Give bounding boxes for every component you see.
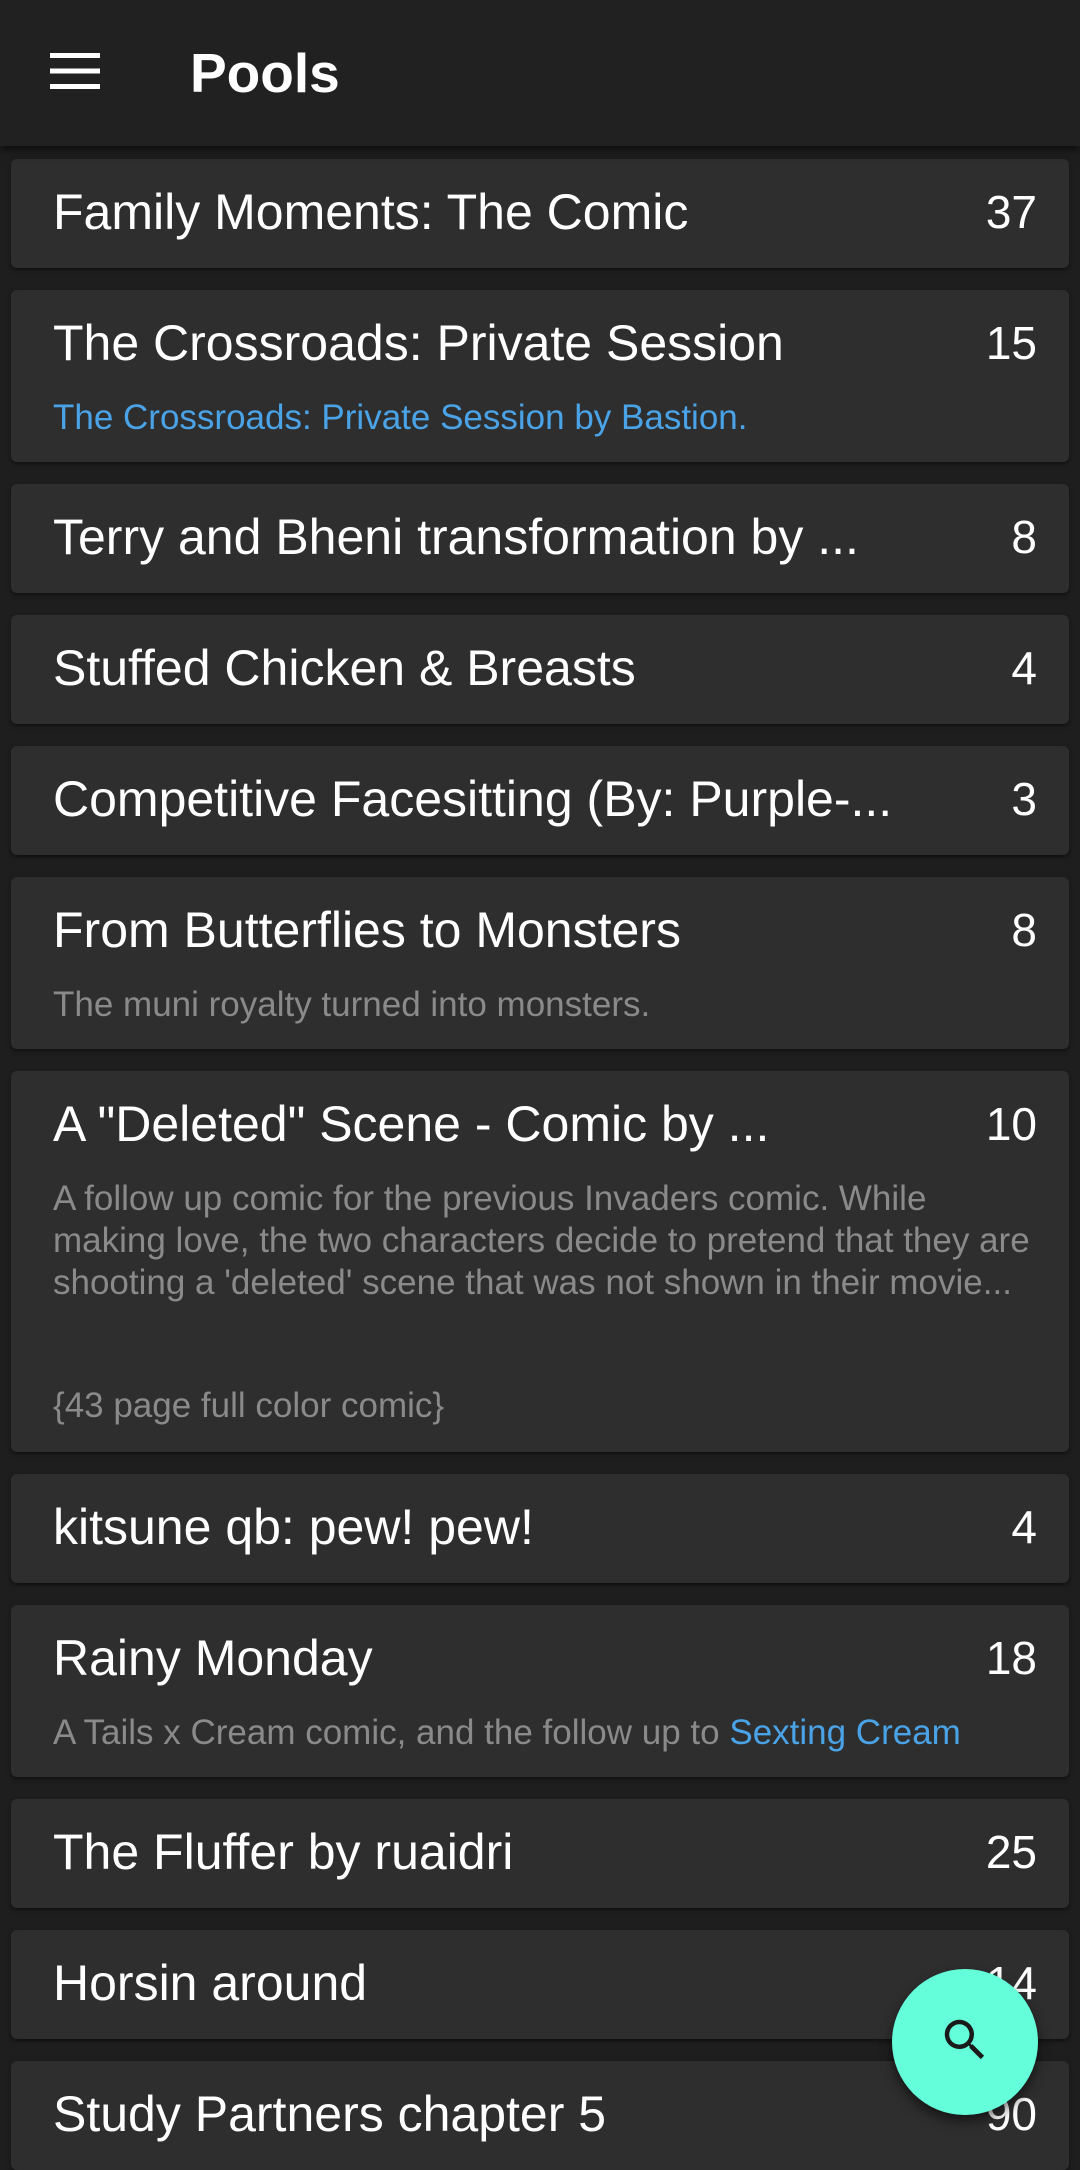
pool-post-count: 37 bbox=[985, 186, 1037, 238]
pool-post-count: 10 bbox=[985, 1098, 1037, 1150]
pool-post-count: 4 bbox=[1011, 1501, 1037, 1553]
pool-post-count: 4 bbox=[1011, 642, 1037, 694]
search-fab-button[interactable] bbox=[892, 1969, 1038, 2115]
pool-description-link[interactable]: The Crossroads: Private Session by Basti… bbox=[53, 398, 747, 437]
pool-description: The Crossroads: Private Session by Basti… bbox=[53, 397, 1043, 439]
pool-card-butterflies-to-monsters[interactable]: From Butterflies to Monsters 8 The muni … bbox=[11, 877, 1069, 1049]
pool-description: A follow up comic for the previous Invad… bbox=[53, 1179, 1030, 1302]
pool-description: A Tails x Cream comic, and the follow up… bbox=[53, 1712, 1043, 1754]
pool-title: The Crossroads: Private Session bbox=[53, 315, 784, 371]
pool-card-stuffed-chicken[interactable]: Stuffed Chicken & Breasts 4 bbox=[11, 615, 1069, 724]
pool-card-the-fluffer[interactable]: The Fluffer by ruaidri 25 bbox=[11, 1799, 1069, 1908]
pool-card-crossroads[interactable]: The Crossroads: Private Session 15 The C… bbox=[11, 290, 1069, 462]
pool-title: Terry and Bheni transformation by ... bbox=[53, 509, 859, 565]
pool-card-competitive-facesitting[interactable]: Competitive Facesitting (By: Purple-... … bbox=[11, 746, 1069, 855]
pool-description-text: A Tails x Cream comic, and the follow up… bbox=[53, 1713, 730, 1752]
pool-title: Stuffed Chicken & Breasts bbox=[53, 640, 636, 696]
pool-post-count: 8 bbox=[1011, 904, 1037, 956]
pool-card-family-moments[interactable]: Family Moments: The Comic 37 bbox=[11, 159, 1069, 268]
pool-title: Rainy Monday bbox=[53, 1630, 373, 1686]
pool-card-deleted-scene[interactable]: A "Deleted" Scene - Comic by ... 10 A fo… bbox=[11, 1071, 1069, 1452]
pool-post-count: 18 bbox=[985, 1632, 1037, 1684]
pool-title: Study Partners chapter 5 bbox=[53, 2086, 607, 2142]
pool-post-count: 3 bbox=[1011, 773, 1037, 825]
pool-description: The muni royalty turned into monsters. bbox=[53, 985, 651, 1024]
app-bar: Pools bbox=[0, 0, 1080, 146]
pool-card-rainy-monday[interactable]: Rainy Monday 18 A Tails x Cream comic, a… bbox=[11, 1605, 1069, 1777]
pool-description-footnote: {43 page full color comic} bbox=[53, 1386, 445, 1425]
pool-post-count: 8 bbox=[1011, 511, 1037, 563]
pool-description-link[interactable]: Sexting Cream bbox=[729, 1713, 960, 1752]
search-icon bbox=[938, 2013, 992, 2072]
pool-card-kitsune-qb[interactable]: kitsune qb: pew! pew! 4 bbox=[11, 1474, 1069, 1583]
pool-post-count: 15 bbox=[985, 317, 1037, 369]
pool-title: The Fluffer by ruaidri bbox=[53, 1824, 514, 1880]
pool-post-count: 25 bbox=[985, 1826, 1037, 1878]
pool-title: Family Moments: The Comic bbox=[53, 184, 689, 240]
pool-title: Competitive Facesitting (By: Purple-... bbox=[53, 771, 893, 827]
hamburger-menu-icon bbox=[50, 52, 100, 94]
pool-title: A "Deleted" Scene - Comic by ... bbox=[53, 1096, 770, 1152]
pool-title: Horsin around bbox=[53, 1955, 368, 2011]
pool-title: kitsune qb: pew! pew! bbox=[53, 1499, 534, 1555]
menu-button[interactable] bbox=[30, 28, 120, 118]
page-title: Pools bbox=[190, 42, 340, 104]
pool-title: From Butterflies to Monsters bbox=[53, 902, 681, 958]
pool-card-terry-and-bheni[interactable]: Terry and Bheni transformation by ... 8 bbox=[11, 484, 1069, 593]
